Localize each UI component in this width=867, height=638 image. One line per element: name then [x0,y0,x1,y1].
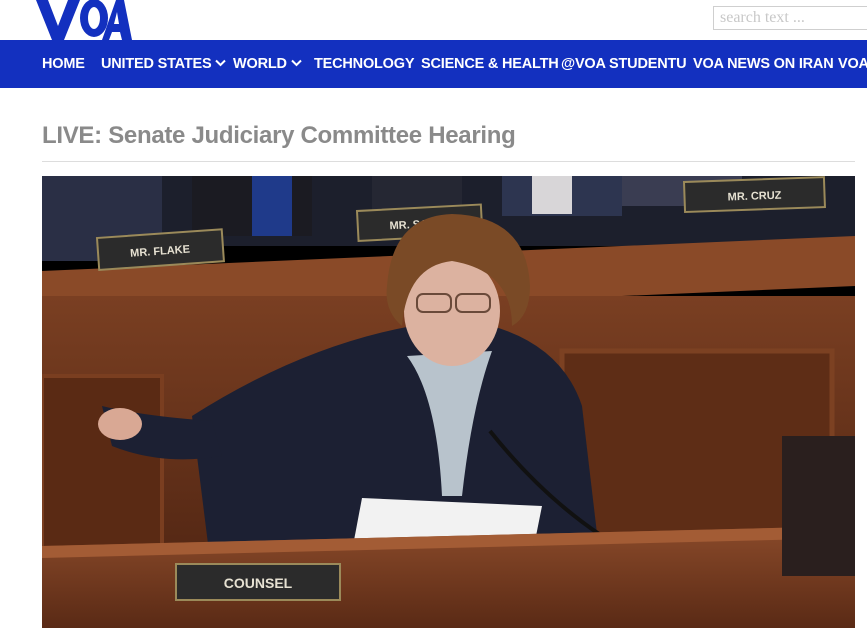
nav-item-label: WORLD [233,56,287,72]
nameplate-counsel: COUNSEL [224,575,293,591]
voa-logo[interactable] [36,0,132,40]
nav-item-science-health[interactable]: SCIENCE & HEALTH [421,40,559,88]
nav-item-home[interactable]: HOME [42,40,85,88]
video-player[interactable]: MR. FLAKE MR. SASSE MR. CRUZ COUNSEL [42,176,855,628]
nav-item-world[interactable]: WORLD [233,40,302,88]
nameplate-cruz: MR. CRUZ [727,190,781,204]
nav-item-label: UNITED STATES [101,56,212,72]
search-input[interactable] [713,6,867,30]
main-nav: HOME UNITED STATES WORLD TECHNOLOGY SCIE… [0,40,867,88]
top-bar [0,0,867,40]
divider [42,161,855,162]
nav-item-voa-news-on-iran[interactable]: VOA NEWS ON IRAN [693,40,834,88]
nav-item-voa-studentu[interactable]: @VOA STUDENTU [561,40,687,88]
page-title: LIVE: Senate Judiciary Committee Hearing [42,122,516,149]
chevron-down-icon [291,59,302,67]
chevron-down-icon [215,59,227,67]
nav-item-united-states[interactable]: UNITED STATES [101,40,227,88]
video-frame: MR. FLAKE MR. SASSE MR. CRUZ COUNSEL [42,176,855,628]
nav-item-voa[interactable]: VOA [838,40,867,88]
nav-item-technology[interactable]: TECHNOLOGY [314,40,415,88]
